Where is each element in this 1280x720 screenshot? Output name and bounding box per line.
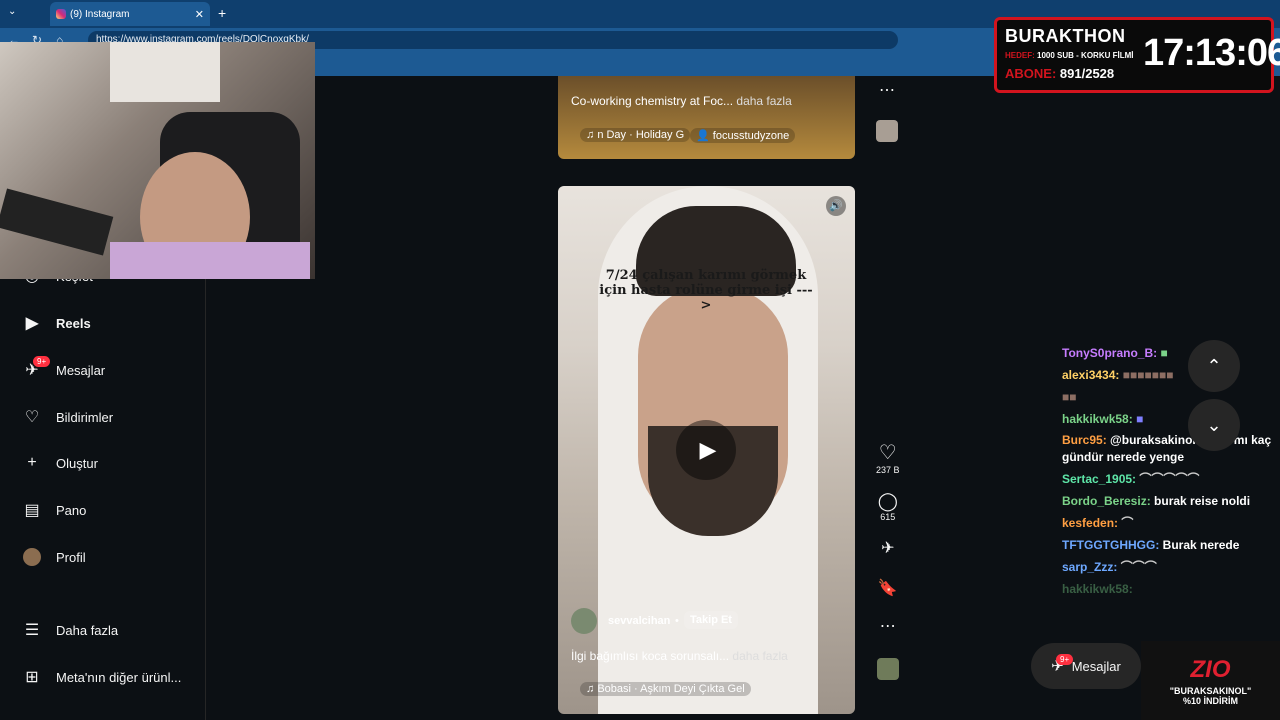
stream-timer: 17:13:06 — [1143, 32, 1280, 74]
chat-line: hakkikwk58: — [1062, 582, 1133, 596]
reel2-overlay-text: 7/24 çalışan karımı görmek için hasta ro… — [599, 268, 813, 313]
reel2-username[interactable]: sevvalcihan — [608, 615, 670, 627]
save-icon[interactable]: 🔖 — [878, 578, 898, 598]
stream-overlay: BURAKTHON HEDEF: 1000 SUB - KORKU FİLMİ … — [994, 17, 1280, 93]
person-icon: 👤 — [696, 130, 710, 142]
chat-line: kesfeden: ⌒ — [1062, 516, 1134, 530]
sidebar-item-profile[interactable]: Profil — [22, 547, 86, 567]
reel1-audio-thumb[interactable] — [876, 120, 898, 142]
dot-separator: • — [675, 615, 679, 627]
sidebar-item-label: Profil — [56, 549, 86, 565]
like-count: 237 B — [876, 465, 900, 475]
chat-line: Burc95: @buraksakinol hasta mı kaç gündü… — [1062, 433, 1272, 464]
avatar-icon — [22, 547, 42, 567]
reel2-audio-thumb[interactable] — [876, 658, 899, 680]
play-icon: ▶ — [699, 437, 717, 462]
comment-count: 615 — [880, 512, 896, 522]
play-button[interactable]: ▶ — [676, 420, 736, 480]
chat-line: TonyS0prano_B: ■ — [1062, 346, 1168, 360]
stream-chat: ... TonyS0prano_B: ■ alexi3434: ■■■■■■■ … — [1062, 330, 1280, 630]
sidebar-item-create[interactable]: + Oluştur — [22, 453, 98, 473]
dashboard-icon: ▤ — [24, 502, 40, 519]
follow-button[interactable]: Takip Et — [684, 611, 738, 629]
emote-icon: ■■■■■■■ — [1122, 368, 1174, 382]
messages-button-badge: 9+ — [1056, 654, 1074, 665]
reel2-audio[interactable]: ♫ Bobasi · Aşkım Deyi Çıkta Gel — [580, 682, 751, 696]
streamer-shirt — [110, 242, 310, 279]
reel1-actions: ⋯ — [876, 80, 898, 142]
sidebar-item-meta[interactable]: ⊞ Meta'nın diğer ürünl... — [22, 667, 181, 687]
chevron-down-icon: ⌄ — [1206, 414, 1222, 435]
emote-icon: ■ — [1160, 346, 1168, 360]
reel-card-previous[interactable] — [558, 76, 855, 159]
more-icon[interactable]: ⋯ — [879, 80, 895, 100]
comment-icon[interactable]: ◯ — [878, 491, 898, 512]
reel1-user-tag[interactable]: 👤 focusstudyzone — [690, 128, 796, 143]
music-icon: ♫ — [586, 683, 595, 695]
emote-icon: ■ — [1136, 412, 1144, 426]
plus-icon: + — [27, 454, 37, 471]
sidebar-item-label: Oluştur — [56, 455, 98, 471]
reel2-caption: İlgi bağımlısı koca sorunsalı... daha fa… — [571, 649, 788, 663]
webcam-overlay — [0, 42, 315, 279]
sidebar-item-more[interactable]: ☰ Daha fazla — [22, 620, 118, 640]
chat-line: sarp_Zzz: ⌒⌒⌒ — [1062, 560, 1157, 574]
tab-title: (9) Instagram — [70, 8, 130, 20]
sidebar-item-reels[interactable]: ▶ Reels — [22, 313, 91, 333]
reel1-caption: Co-working chemistry at Foc... daha fazl… — [571, 94, 792, 108]
stream-subs: ABONE: 891/2528 — [1005, 66, 1115, 81]
emote-icon: ⌒ — [1121, 516, 1134, 530]
meta-icon: ⊞ — [25, 669, 39, 686]
share-icon[interactable]: ✈ — [881, 538, 894, 558]
menu-icon: ☰ — [24, 622, 40, 639]
previous-reel-button[interactable]: ⌃ — [1188, 340, 1240, 392]
close-tab-icon[interactable]: ✕ — [195, 8, 204, 21]
chevron-up-icon: ⌃ — [1206, 355, 1222, 376]
promo-brand: ZIO — [1190, 655, 1231, 683]
reel1-audio[interactable]: ♫ n Day · Holiday G — [580, 128, 691, 142]
chat-line: alexi3434: ■■■■■■■ — [1062, 368, 1174, 382]
chat-line: Bordo_Beresiz: burak reise noldi — [1062, 494, 1251, 508]
sidebar-item-label: Daha fazla — [56, 622, 119, 638]
new-tab-icon[interactable]: + — [218, 5, 226, 21]
sidebar-item-notifications[interactable]: ♡ Bildirimler — [22, 407, 113, 427]
music-icon: ♫ — [586, 129, 595, 141]
emote-icon: ⌒⌒⌒⌒⌒ — [1139, 472, 1200, 486]
reel2-avatar[interactable] — [571, 608, 597, 634]
sidebar-item-label: Pano — [56, 502, 87, 518]
volume-icon[interactable]: 🔊 — [826, 196, 846, 216]
emote-icon: ⌒⌒⌒ — [1120, 560, 1157, 574]
sidebar-item-label: Bildirimler — [56, 409, 114, 425]
next-reel-button[interactable]: ⌄ — [1188, 399, 1240, 451]
heart-icon: ♡ — [24, 409, 40, 426]
chat-line: TFTGGTGHHGG: Burak nerede — [1062, 538, 1240, 552]
chat-line: ■■ — [1062, 386, 1280, 408]
sidebar-item-label: Reels — [56, 315, 91, 331]
wall-frames — [110, 42, 220, 102]
stream-title: BURAKTHON — [1005, 26, 1126, 46]
reel2-actions: ♡ 237 B ◯ 615 ✈ 🔖 ⋯ — [876, 440, 900, 680]
messages-button[interactable]: ✈ Mesajlar — [1031, 643, 1141, 689]
reels-icon: ▶ — [25, 315, 39, 332]
promo-line1: "BURAKSAKINOL" — [1169, 685, 1252, 696]
sidebar-item-dashboard[interactable]: ▤ Pano — [22, 500, 86, 520]
promo-line2: %10 İNDİRİM — [1182, 695, 1238, 706]
more-icon[interactable]: ⋯ — [880, 616, 896, 636]
microphone — [0, 188, 114, 256]
tab-menu-icon[interactable]: ⌄ — [8, 6, 16, 17]
messages-label: Mesajlar — [1071, 658, 1121, 674]
chat-line: ... — [1062, 334, 1073, 342]
chat-line: hakkikwk58: ■ — [1062, 412, 1144, 426]
browser-tab[interactable]: (9) Instagram ✕ — [50, 2, 210, 26]
chat-line: Sertac_1905: ⌒⌒⌒⌒⌒ — [1062, 472, 1200, 486]
instagram-icon — [56, 9, 66, 19]
like-icon[interactable]: ♡ — [879, 440, 897, 465]
messages-badge: 9+ — [33, 356, 51, 367]
sponsor-promo: ZIO "BURAKSAKINOL" %10 İNDİRİM — [1141, 641, 1280, 720]
sidebar-item-label: Meta'nın diğer ürünl... — [56, 669, 182, 685]
stream-goal: HEDEF: 1000 SUB - KORKU FİLMİ — [1005, 51, 1134, 60]
emote-icon: ■■ — [1062, 390, 1077, 404]
sidebar-item-label: Mesajlar — [56, 362, 106, 378]
